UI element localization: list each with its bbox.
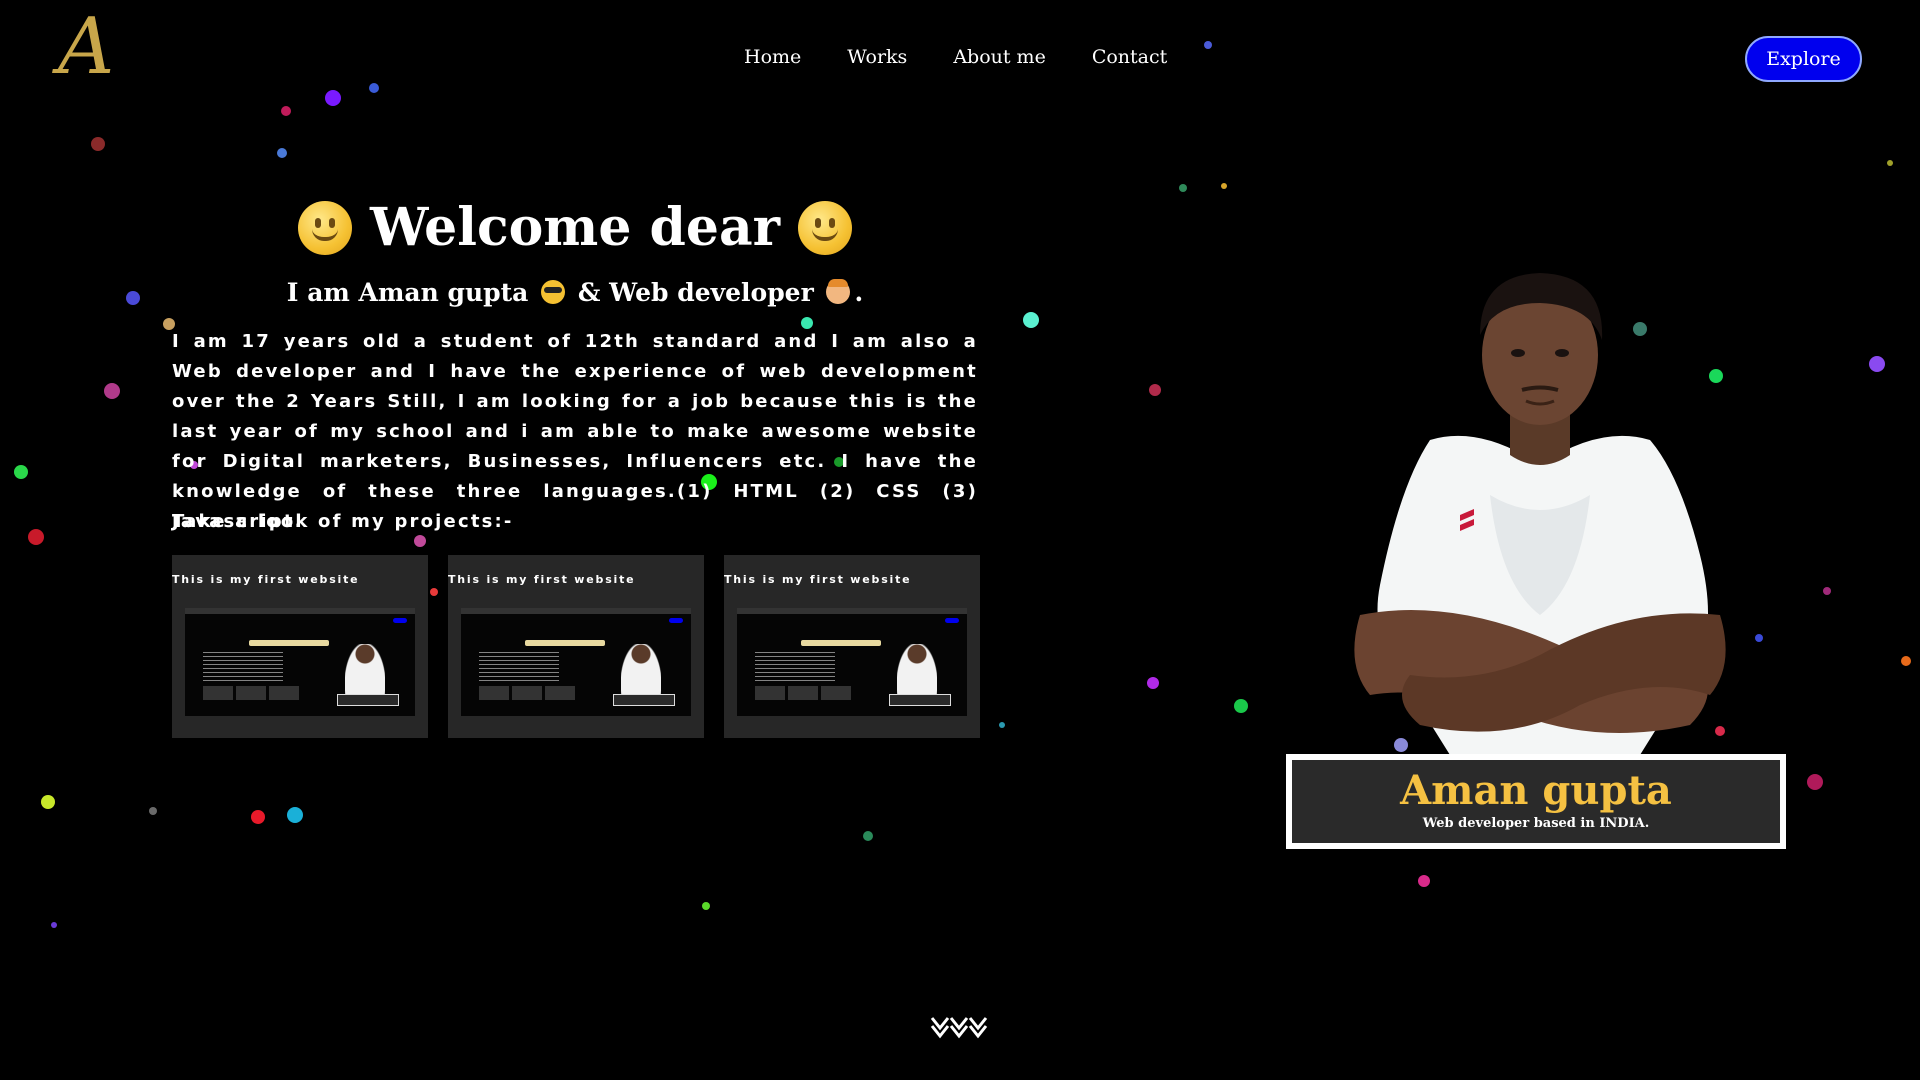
nav-works[interactable]: Works [847,46,907,68]
project-screenshot [461,608,691,716]
projects-heading: Take a look of my projects:- [172,511,514,532]
nav-home[interactable]: Home [744,46,801,68]
smiley-icon [297,201,352,255]
portfolio-page: A Home Works About me Contact Explore We… [0,0,1920,1080]
smiley-icon [798,201,853,255]
logo[interactable]: A [58,8,132,94]
project-screenshot [185,608,415,716]
project-title: This is my first website [448,573,636,586]
project-card[interactable]: This is my first website [172,555,428,738]
projects-list: This is my first website This is my firs… [172,555,980,738]
profile-tagline: Web developer based in INDIA. [1422,816,1650,831]
subtitle-role: & Web developer [577,278,814,307]
nav-about-me[interactable]: About me [953,46,1046,68]
project-title: This is my first website [724,573,912,586]
bio-text: I am 17 years old a student of 12th stan… [172,331,978,532]
chevrons-down-icon[interactable] [930,1014,990,1040]
nav-contact[interactable]: Contact [1092,46,1167,68]
main-nav: Home Works About me Contact [744,46,1167,68]
developer-emoji-icon [826,279,851,304]
hero-title-text: Welcome dear [369,197,781,258]
project-screenshot [737,608,967,716]
subtitle-period: . [854,278,864,307]
explore-button[interactable]: Explore [1745,36,1862,82]
hero-subtitle: I am Aman gupta & Web developer . [172,276,978,310]
project-title: This is my first website [172,573,360,586]
project-card[interactable]: This is my first website [724,555,980,738]
profile-name: Aman gupta [1400,767,1672,814]
sunglasses-emoji-icon [541,280,566,304]
hero-title: Welcome dear [172,194,978,262]
profile-name-card: Aman gupta Web developer based in INDIA. [1286,754,1786,849]
profile-photo [1354,273,1726,755]
project-card[interactable]: This is my first website [448,555,704,738]
subtitle-name: I am Aman gupta [286,278,529,307]
logo-letter: A [58,2,115,92]
